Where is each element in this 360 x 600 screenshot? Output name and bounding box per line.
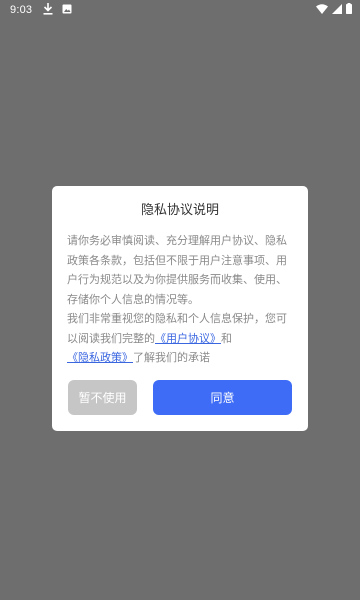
privacy-dialog: 隐私协议说明 请你务必审慎阅读、充分理解用户协议、隐私政策各条款，包括但不限于用… xyxy=(52,186,308,431)
download-icon xyxy=(43,3,53,15)
screen: 9:03 隐私协议说明 请你务必审慎阅读、充分理解用户协议、隐私政策各条款，包括… xyxy=(0,0,360,600)
privacy-links-paragraph: 我们非常重视您的隐私和个人信息保护，您可以阅读我们完整的《用户协议》和《隐私政策… xyxy=(67,309,295,368)
dialog-title: 隐私协议说明 xyxy=(140,203,219,218)
status-bar: 9:03 xyxy=(0,0,360,20)
status-time: 9:03 xyxy=(10,4,33,16)
decline-button[interactable]: 暂不使用 xyxy=(68,380,137,415)
privacy-notice-paragraph: 请你务必审慎阅读、充分理解用户协议、隐私政策各条款，包括但不限于用户注意事项、用… xyxy=(67,234,287,306)
dialog-body: 请你务必审慎阅读、充分理解用户协议、隐私政策各条款，包括但不限于用户注意事项、用… xyxy=(67,231,295,368)
privacy-policy-link[interactable]: 《隐私政策》 xyxy=(67,351,133,364)
status-left-icons xyxy=(43,3,72,15)
links-connector: 和 xyxy=(221,331,232,345)
user-agreement-link[interactable]: 《用户协议》 xyxy=(155,332,221,345)
image-icon xyxy=(62,4,72,14)
agree-button[interactable]: 同意 xyxy=(153,380,292,415)
wifi-icon xyxy=(316,3,328,14)
status-right-icons xyxy=(316,3,352,14)
links-paragraph-suffix: 了解我们的承诺 xyxy=(133,351,210,364)
battery-icon xyxy=(346,3,352,14)
signal-icon xyxy=(332,3,342,14)
